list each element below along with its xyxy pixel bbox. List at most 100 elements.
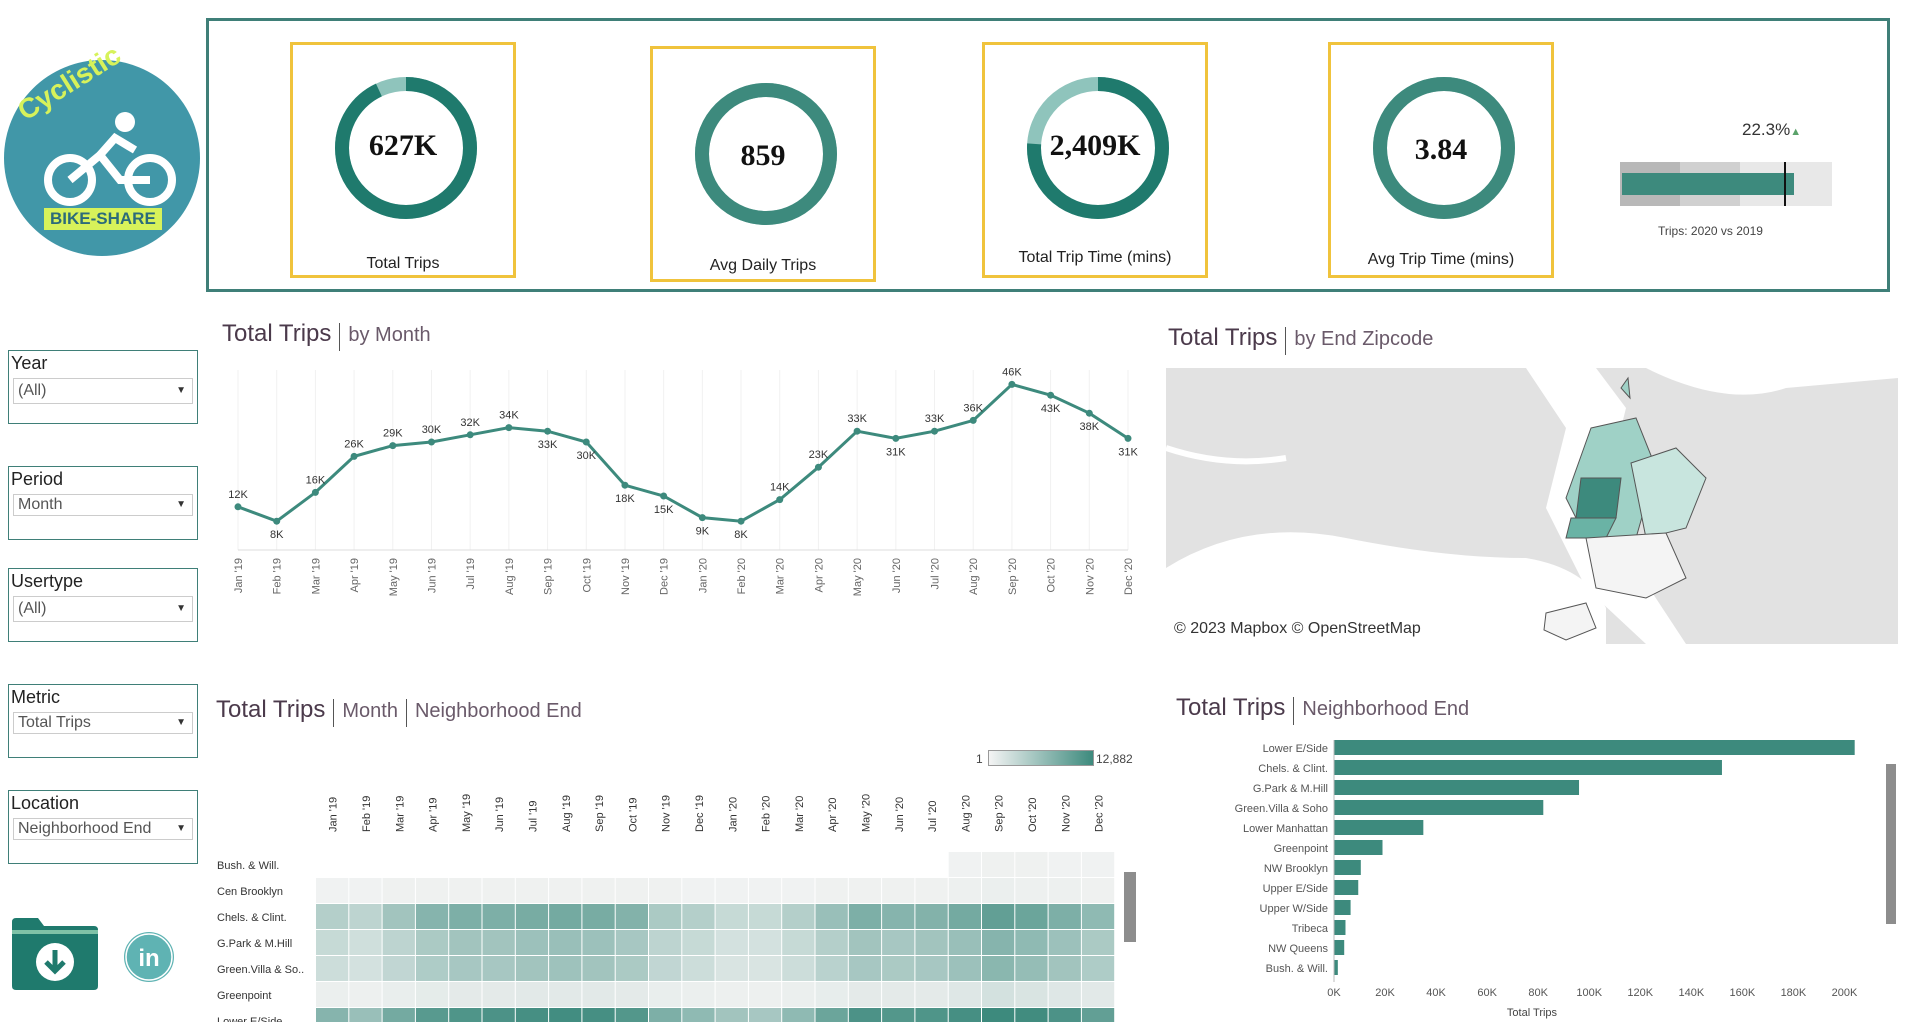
heatmap-cell[interactable] [1081,982,1115,1007]
heatmap-cell[interactable] [449,982,482,1007]
heatmap-cell[interactable] [515,956,549,981]
heatmap-cell[interactable] [382,982,415,1007]
heatmap-cell[interactable] [582,930,615,955]
heatmap-cell[interactable] [482,1008,515,1022]
heatmap-cell[interactable] [316,956,349,981]
heatmap-cell[interactable] [748,930,782,955]
heatmap-cell[interactable] [682,878,715,903]
heatmap-cell[interactable] [1081,852,1115,877]
heatmap-cell[interactable] [582,904,615,929]
line-point[interactable] [582,438,590,446]
heatmap-cell[interactable] [482,904,515,929]
location-select[interactable]: Neighborhood End ▼ [13,818,193,840]
heatmap-cell[interactable] [1048,982,1081,1007]
heatmap-cell[interactable] [948,930,981,955]
heatmap-cell[interactable] [316,904,349,929]
heatmap-cell[interactable] [982,878,1015,903]
heatmap-cell[interactable] [549,982,582,1007]
heatmap-cell[interactable] [549,956,582,981]
bar[interactable] [1334,860,1361,875]
heatmap-cell[interactable] [1048,878,1081,903]
heatmap-cell[interactable] [515,1008,549,1022]
heatmap-cell[interactable] [349,982,382,1007]
heatmap-cell[interactable] [948,878,981,903]
line-point[interactable] [814,463,822,471]
heatmap-cell[interactable] [1015,930,1048,955]
heatmap-cell[interactable] [349,956,382,981]
line-point[interactable] [1124,434,1132,442]
heatmap-cell[interactable] [649,982,682,1007]
heatmap-cell[interactable] [915,956,948,981]
heatmap-cell[interactable] [515,904,549,929]
heatmap-cell[interactable] [915,982,948,1007]
heatmap-cell[interactable] [349,904,382,929]
bar[interactable] [1334,960,1338,975]
heatmap-cell[interactable] [316,982,349,1007]
heatmap-cell[interactable] [615,904,648,929]
bar[interactable] [1334,900,1351,915]
heatmap-cell[interactable] [649,878,682,903]
heatmap-cell[interactable] [682,904,715,929]
line-point[interactable] [427,438,435,446]
heatmap-cell[interactable] [1015,956,1048,981]
bar[interactable] [1334,940,1345,955]
heatmap-cell[interactable] [915,1008,948,1022]
year-select[interactable]: (All) ▼ [13,378,193,404]
line-point[interactable] [853,427,861,435]
heatmap-cell[interactable] [882,982,915,1007]
heatmap-cell[interactable] [1048,904,1081,929]
heatmap-cell[interactable] [1081,930,1115,955]
heatmap-cell[interactable] [715,904,748,929]
heatmap-cell[interactable] [948,852,981,877]
heatmap-cell[interactable] [515,878,549,903]
heatmap-cell[interactable] [316,878,349,903]
line-point[interactable] [544,427,552,435]
heatmap-cell[interactable] [715,982,748,1007]
line-point[interactable] [892,434,900,442]
heatmap-cell[interactable] [782,878,815,903]
heatmap-cell[interactable] [982,1008,1015,1022]
heatmap-cell[interactable] [449,904,482,929]
heatmap-cell[interactable] [982,904,1015,929]
heatmap-cell[interactable] [848,956,882,981]
usertype-select[interactable]: (All) ▼ [13,596,193,622]
heatmap-cell[interactable] [1015,904,1048,929]
metric-select[interactable]: Total Trips ▼ [13,712,193,734]
heatmap-cell[interactable] [615,1008,648,1022]
heatmap-cell[interactable] [349,930,382,955]
heatmap-cell[interactable] [1081,904,1115,929]
line-point[interactable] [969,416,977,424]
heatmap-cell[interactable] [782,956,815,981]
heatmap-cell[interactable] [415,904,449,929]
line-point[interactable] [505,424,513,432]
heatmap-cell[interactable] [982,852,1015,877]
heatmap-cell[interactable] [715,956,748,981]
heatmap-cell[interactable] [1048,956,1081,981]
heatmap-cell[interactable] [715,930,748,955]
heatmap-cell[interactable] [316,1008,349,1022]
heatmap-cell[interactable] [748,878,782,903]
heatmap-cell[interactable] [382,956,415,981]
heatmap-cell[interactable] [649,930,682,955]
heatmap-cell[interactable] [882,878,915,903]
heatmap-cell[interactable] [848,930,882,955]
heatmap-cell[interactable] [1015,1008,1048,1022]
period-select[interactable]: Month ▼ [13,494,193,516]
line-point[interactable] [1085,409,1093,417]
heatmap-cell[interactable] [549,904,582,929]
heatmap-cell[interactable] [415,982,449,1007]
heatmap-cell[interactable] [915,930,948,955]
heatmap-cell[interactable] [316,930,349,955]
heatmap-cell[interactable] [382,904,415,929]
heatmap-cell[interactable] [848,904,882,929]
bar[interactable] [1334,760,1722,775]
download-icon[interactable] [12,918,98,990]
heatmap-cell[interactable] [982,956,1015,981]
heatmap-cell[interactable] [582,878,615,903]
bar[interactable] [1334,780,1580,795]
line-point[interactable] [273,517,281,525]
heatmap-cell[interactable] [782,1008,815,1022]
heatmap-cell[interactable] [782,930,815,955]
heatmap-cell[interactable] [449,878,482,903]
heatmap-cell[interactable] [1081,1008,1115,1022]
